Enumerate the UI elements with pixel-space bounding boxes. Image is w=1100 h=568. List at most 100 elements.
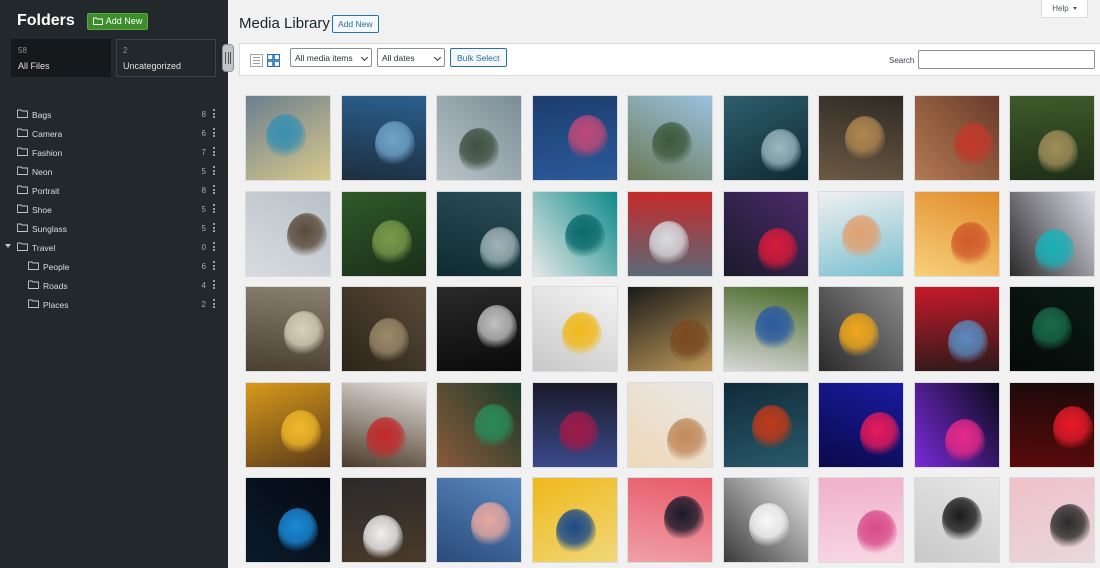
more-options-icon[interactable]	[213, 299, 216, 308]
chevron-down-icon	[360, 53, 369, 62]
sidebar-resize-handle[interactable]	[222, 44, 234, 72]
folder-item-bags[interactable]: Bags 8	[0, 105, 228, 124]
folder-count: 8	[201, 186, 206, 195]
thumbnail-subject	[947, 320, 988, 367]
media-thumbnail-white-yellow-sneaker[interactable]	[531, 286, 618, 373]
folder-item-travel[interactable]: Travel 0	[0, 238, 228, 257]
media-thumbnail-red-beetle-car[interactable]	[913, 95, 1000, 181]
media-thumbnail-photo-frame-red[interactable]	[913, 286, 1000, 373]
folder-item-people[interactable]: People 6	[0, 257, 228, 276]
media-thumbnail-neon-heart[interactable]	[1009, 381, 1095, 468]
thumbnail-subject	[558, 410, 599, 457]
media-type-select[interactable]: All media items	[290, 48, 372, 67]
media-thumbnail-camera-hand[interactable]	[340, 95, 427, 181]
folder-item-portrait[interactable]: Portrait 8	[0, 181, 228, 200]
media-thumbnail-yellow-beanie-girl[interactable]	[531, 477, 618, 564]
media-thumbnail-sunset-sunglasses[interactable]	[913, 190, 1000, 277]
add-new-media-button[interactable]: Add New	[332, 15, 379, 33]
folder-item-sunglass[interactable]: Sunglass 5	[0, 219, 228, 238]
media-thumbnail-neon-mask[interactable]	[245, 477, 331, 564]
media-thumbnail-woman-leaves[interactable]	[436, 381, 522, 468]
media-thumbnail-rainy-street[interactable]	[436, 190, 522, 277]
thumbnail-subject	[480, 226, 520, 273]
media-thumbnail-brown-boot[interactable]	[627, 286, 713, 373]
stat-count: 2	[123, 46, 128, 55]
media-thumbnail-neon-dream-sign[interactable]	[913, 381, 1000, 468]
media-thumbnail-woman-hat[interactable]	[627, 381, 713, 468]
folder-count: 4	[201, 281, 206, 290]
media-thumbnail-cliff-silhouette[interactable]	[722, 95, 809, 181]
media-thumbnail-boots-forest[interactable]	[340, 286, 427, 373]
thumbnail-subject	[1053, 405, 1093, 452]
folder-item-neon[interactable]: Neon 5	[0, 162, 228, 181]
media-thumbnail-autumn-leaves[interactable]	[722, 381, 809, 468]
list-view-icon[interactable]	[250, 54, 263, 67]
more-options-icon[interactable]	[213, 166, 216, 175]
more-options-icon[interactable]	[213, 223, 216, 232]
media-thumbnail-man-white-shirt[interactable]	[340, 477, 427, 564]
folder-item-places[interactable]: Places 2	[0, 295, 228, 314]
media-thumbnail-old-street[interactable]	[818, 95, 904, 181]
media-thumbnail-boat-turquoise[interactable]	[531, 190, 618, 277]
more-options-icon[interactable]	[213, 185, 216, 194]
folder-item-camera[interactable]: Camera 6	[0, 124, 228, 143]
media-thumbnail-yellow-jacket-man[interactable]	[818, 286, 904, 373]
date-select[interactable]: All dates	[377, 48, 445, 67]
media-thumbnail-woman-blue-wall[interactable]	[436, 477, 522, 564]
caret-down-icon[interactable]	[5, 244, 11, 248]
folder-icon	[17, 166, 28, 175]
folder-count: 2	[201, 300, 206, 309]
media-thumbnail-neon-jellyfish[interactable]	[818, 381, 904, 468]
more-options-icon[interactable]	[213, 261, 216, 270]
folder-icon	[17, 128, 28, 137]
media-thumbnail-woman-red-shirt[interactable]	[340, 381, 427, 468]
media-thumbnail-orange-sunglasses[interactable]	[818, 190, 904, 277]
help-button[interactable]: Help	[1041, 0, 1088, 18]
media-thumbnail-round-teal-glasses[interactable]	[1009, 190, 1095, 277]
media-thumbnail-yellow-hoodie[interactable]	[245, 381, 331, 468]
media-thumbnail-woman-flowers[interactable]	[531, 381, 618, 468]
thumbnail-subject	[459, 128, 499, 174]
media-thumbnail-airplane-sky[interactable]	[531, 95, 618, 181]
more-options-icon[interactable]	[213, 204, 216, 213]
media-thumbnail-hiker-forest[interactable]	[1009, 95, 1095, 181]
search-input[interactable]	[918, 50, 1095, 69]
more-options-icon[interactable]	[213, 147, 216, 156]
folder-item-fashion[interactable]: Fashion 7	[0, 143, 228, 162]
more-options-icon[interactable]	[213, 128, 216, 137]
more-options-icon[interactable]	[213, 109, 216, 118]
media-thumbnail-hand-camera-pink[interactable]	[1009, 477, 1095, 564]
add-folder-button[interactable]: Add New	[86, 12, 149, 30]
folder-icon	[17, 223, 28, 232]
media-thumbnail-man-black-suit[interactable]	[913, 477, 1000, 564]
thumbnail-subject	[652, 122, 692, 168]
folder-icon	[28, 299, 39, 308]
bulk-select-button[interactable]: Bulk Select	[450, 48, 507, 67]
thumbnail-subject	[950, 221, 991, 268]
media-thumbnail-winter-walker[interactable]	[245, 190, 331, 277]
media-thumbnail-red-phone-booth[interactable]	[627, 190, 713, 277]
media-thumbnail-red-sunglasses[interactable]	[722, 190, 809, 277]
stat-uncategorized[interactable]: 2 Uncategorized	[116, 39, 216, 77]
media-thumbnail-man-sofa-pink[interactable]	[627, 477, 713, 564]
more-options-icon[interactable]	[213, 242, 216, 251]
more-options-icon[interactable]	[213, 280, 216, 289]
folder-item-shoe[interactable]: Shoe 5	[0, 200, 228, 219]
media-thumbnail-sneaker-hand[interactable]	[436, 286, 522, 373]
media-thumbnail-green-dark-portrait[interactable]	[1009, 286, 1095, 373]
stat-all-files[interactable]: 58 All Files	[11, 39, 111, 77]
thumbnail-subject	[1050, 504, 1090, 551]
media-thumbnail-hiker-mountains[interactable]	[436, 95, 522, 181]
thumbnail-subject	[567, 115, 608, 161]
media-thumbnail-woman-pink-chair[interactable]	[818, 477, 904, 564]
grid-view-icon[interactable]	[267, 54, 280, 67]
thumbnail-subject	[362, 515, 403, 562]
media-thumbnail-temple-gate[interactable]	[627, 95, 713, 181]
media-thumbnail-jungle-hiker[interactable]	[340, 190, 427, 277]
media-thumbnail-glasses-gravel[interactable]	[245, 286, 331, 373]
media-thumbnail-turtle-ocean[interactable]	[245, 95, 331, 181]
caret-down-icon	[1072, 7, 1077, 10]
folder-item-roads[interactable]: Roads 4	[0, 276, 228, 295]
media-thumbnail-blue-sneaker-leaves[interactable]	[722, 286, 809, 373]
media-thumbnail-woman-white-top[interactable]	[722, 477, 809, 564]
